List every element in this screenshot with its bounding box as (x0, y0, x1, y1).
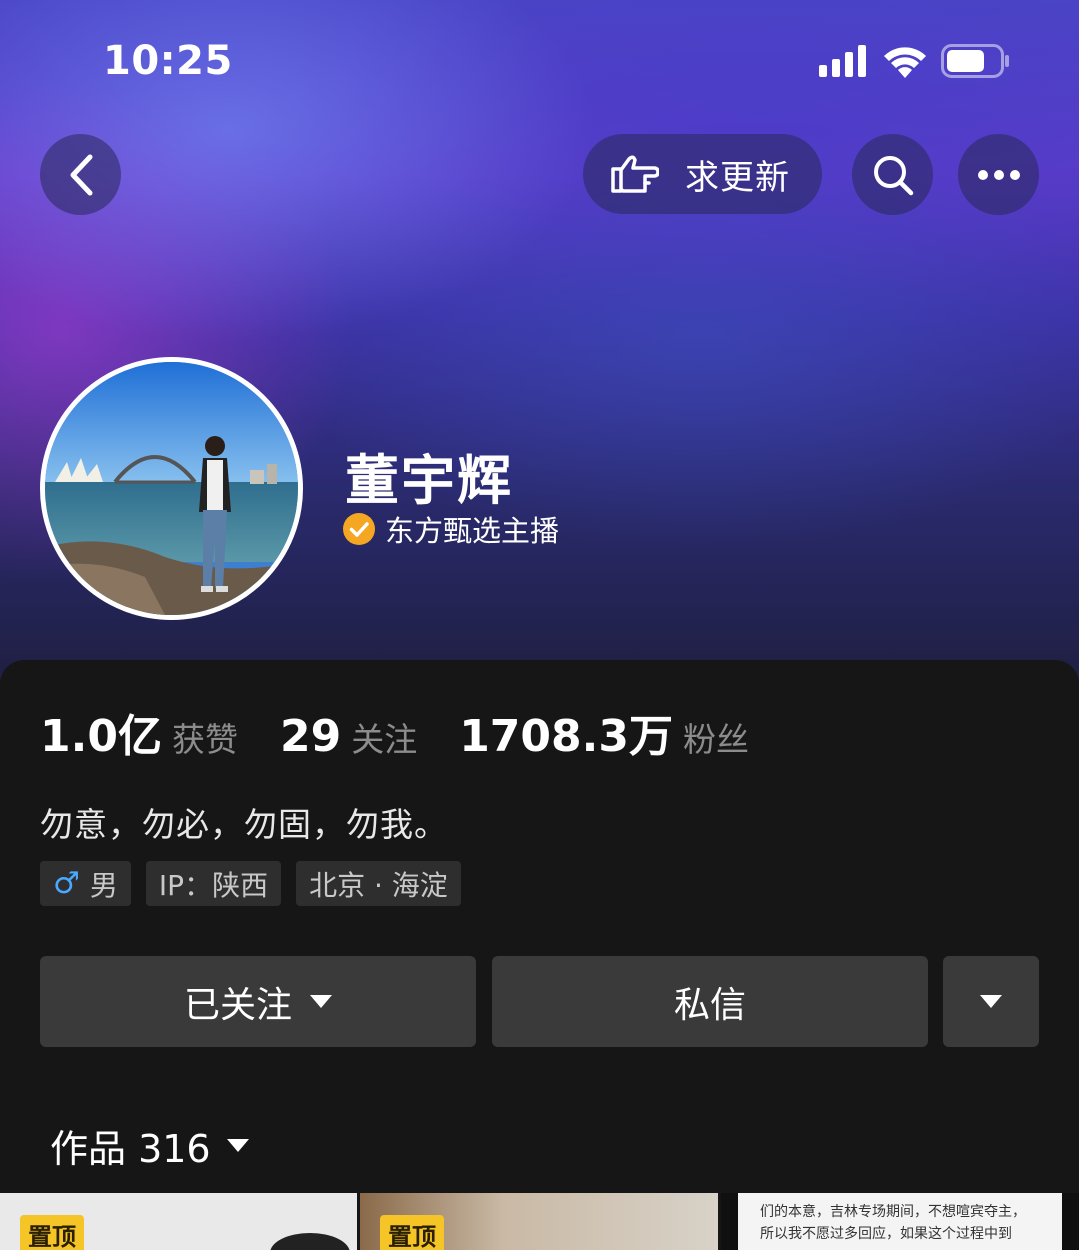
profile-bio: 勿意，勿必，勿固，勿我。 (40, 805, 448, 844)
battery-icon (941, 44, 1009, 78)
pointing-hand-icon (611, 155, 659, 193)
back-button[interactable] (40, 134, 121, 215)
chevron-left-icon (70, 154, 92, 195)
document-text-line: 们的本意，吉林专场期间，不想喧宾夺主， (760, 1204, 1026, 1220)
male-icon: ♂ (53, 866, 80, 901)
verified-badge: 东方甄选主播 (343, 508, 559, 550)
profile-tags: ♂ 男 IP：陕西 北京 · 海淀 (40, 861, 461, 906)
gender-tag: ♂ 男 (40, 861, 131, 906)
followed-label: 已关注 (183, 984, 292, 1026)
works-tab[interactable]: 作品 316 (50, 1118, 249, 1173)
avatar-photo (45, 362, 298, 615)
video-thumbnail[interactable]: 们的本意，吉林专场期间，不想喧宾夺主， 所以我不愿过多回应，如果这个过程中到 (721, 1193, 1079, 1250)
avatar[interactable] (40, 357, 303, 620)
message-label: 私信 (673, 984, 746, 1026)
ip-location-tag: IP：陕西 (145, 861, 282, 906)
profile-stats: 1.0亿 获赞 29 关注 1708.3万 粉丝 (40, 700, 791, 764)
likes-label: 获赞 (171, 720, 238, 759)
pinned-badge: 置顶 (20, 1215, 84, 1250)
following-count[interactable]: 29 (280, 711, 341, 762)
message-button[interactable]: 私信 (492, 956, 928, 1047)
more-actions-dropdown[interactable] (943, 956, 1039, 1047)
caret-down-icon (226, 1139, 249, 1152)
wifi-icon (884, 47, 926, 78)
video-thumbnail[interactable]: 置顶 (0, 1193, 357, 1250)
pinned-badge: 置顶 (380, 1215, 444, 1250)
profile-name: 董宇辉 (345, 449, 513, 512)
followers-count[interactable]: 1708.3万 (459, 700, 673, 764)
following-label[interactable]: 关注 (351, 713, 417, 761)
video-thumbnail[interactable]: 置顶 (360, 1193, 718, 1250)
document-preview: 们的本意，吉林专场期间，不想喧宾夺主， 所以我不愿过多回应，如果这个过程中到 (738, 1193, 1062, 1250)
request-update-button[interactable]: 求更新 (583, 134, 822, 214)
gender-tag-text: 男 (89, 868, 118, 902)
status-icons (819, 44, 1011, 78)
thumbnail-image (270, 1233, 350, 1250)
works-label: 作品 316 (50, 1127, 211, 1171)
request-update-label: 求更新 (685, 157, 790, 198)
more-button[interactable] (958, 134, 1039, 215)
verified-label: 东方甄选主播 (385, 514, 560, 548)
signal-icon (819, 45, 866, 77)
followed-button[interactable]: 已关注 (40, 956, 476, 1047)
caret-down-icon (980, 995, 1002, 1008)
document-text-line: 所以我不愿过多回应，如果这个过程中到 (760, 1226, 1012, 1242)
check-circle-icon (343, 513, 375, 545)
likes-count: 1.0亿 (40, 711, 162, 762)
status-time: 10:25 (103, 38, 233, 84)
more-horizontal-icon (977, 169, 1020, 180)
search-button[interactable] (852, 134, 933, 215)
city-tag: 北京 · 海淀 (296, 861, 461, 906)
search-icon (873, 155, 913, 195)
followers-label[interactable]: 粉丝 (683, 713, 749, 761)
caret-down-icon (310, 995, 332, 1008)
